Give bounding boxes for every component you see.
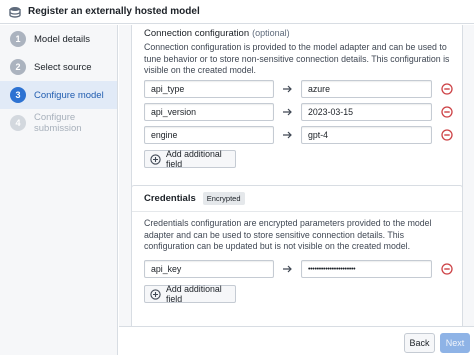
connection-card-header: Connection configuration (optional) — [132, 25, 462, 39]
step-number: 4 — [10, 115, 26, 131]
credential-row: api_key •••••••••••••••••••••• — [144, 260, 460, 278]
wizard-steps-sidebar: 1 Model details 2 Select source 3 Config… — [0, 25, 118, 355]
model-stack-icon — [9, 6, 21, 18]
credential-key-input[interactable]: api_key — [144, 260, 274, 278]
add-circle-icon — [150, 153, 161, 165]
step-label: Configure model — [34, 89, 104, 101]
dialog-footer: Back Next — [119, 326, 474, 355]
remove-circle-icon[interactable] — [440, 128, 454, 142]
connection-description: Connection configuration is provided to … — [144, 42, 450, 75]
connection-title: Connection configuration — [144, 27, 250, 39]
dialog-header: Register an externally hosted model — [0, 0, 474, 24]
config-value-input[interactable]: 2023-03-15 — [301, 103, 432, 121]
arrow-right-icon — [276, 80, 300, 98]
step-label: Configure submission — [34, 112, 82, 134]
remove-circle-icon[interactable] — [440, 82, 454, 96]
config-key-input[interactable]: engine — [144, 126, 274, 144]
remove-circle-icon[interactable] — [440, 262, 454, 276]
config-key-input[interactable]: api_type — [144, 80, 274, 98]
encrypted-badge: Encrypted — [202, 192, 245, 205]
config-row: engine gpt-4 — [144, 126, 460, 144]
credential-value-input[interactable]: •••••••••••••••••••••• — [301, 260, 432, 278]
add-credential-field-button[interactable]: Add additional field — [144, 284, 236, 304]
arrow-right-icon — [276, 126, 300, 144]
config-key-input[interactable]: api_version — [144, 103, 274, 121]
add-field-label: Add additional field — [166, 149, 222, 169]
step-number: 3 — [10, 87, 26, 103]
step-number: 2 — [10, 59, 26, 75]
step-select-source[interactable]: 2 Select source — [0, 53, 117, 81]
config-value-input[interactable]: azure — [301, 80, 432, 98]
arrow-right-icon — [276, 103, 300, 121]
credentials-card-header: Credentials Encrypted — [132, 186, 462, 212]
config-row: api_version 2023-03-15 — [144, 103, 460, 121]
next-button[interactable]: Next — [440, 333, 470, 353]
credentials-title: Credentials — [144, 193, 196, 204]
back-button[interactable]: Back — [404, 333, 435, 353]
step-label: Select source — [34, 61, 92, 73]
step-number: 1 — [10, 31, 26, 47]
step-configure-model[interactable]: 3 Configure model — [0, 81, 117, 109]
step-model-details[interactable]: 1 Model details — [0, 25, 117, 53]
arrow-right-icon — [276, 260, 300, 278]
add-connection-field-button[interactable]: Add additional field — [144, 149, 236, 169]
step-label: Model details — [34, 33, 90, 45]
add-circle-icon — [150, 288, 161, 300]
credentials-card: Credentials Encrypted Credentials config… — [131, 185, 463, 326]
connection-configuration-card: Connection configuration (optional) Conn… — [131, 25, 463, 195]
main-content: Connection configuration (optional) Conn… — [119, 25, 474, 326]
add-field-label: Add additional field — [166, 284, 222, 304]
credentials-description: Credentials configuration are encrypted … — [144, 218, 432, 251]
config-value-input[interactable]: gpt-4 — [301, 126, 432, 144]
step-configure-submission: 4 Configure submission — [0, 109, 117, 137]
dialog-title: Register an externally hosted model — [28, 6, 200, 17]
optional-tag: (optional) — [252, 28, 290, 38]
config-row: api_type azure — [144, 80, 460, 98]
remove-circle-icon[interactable] — [440, 105, 454, 119]
